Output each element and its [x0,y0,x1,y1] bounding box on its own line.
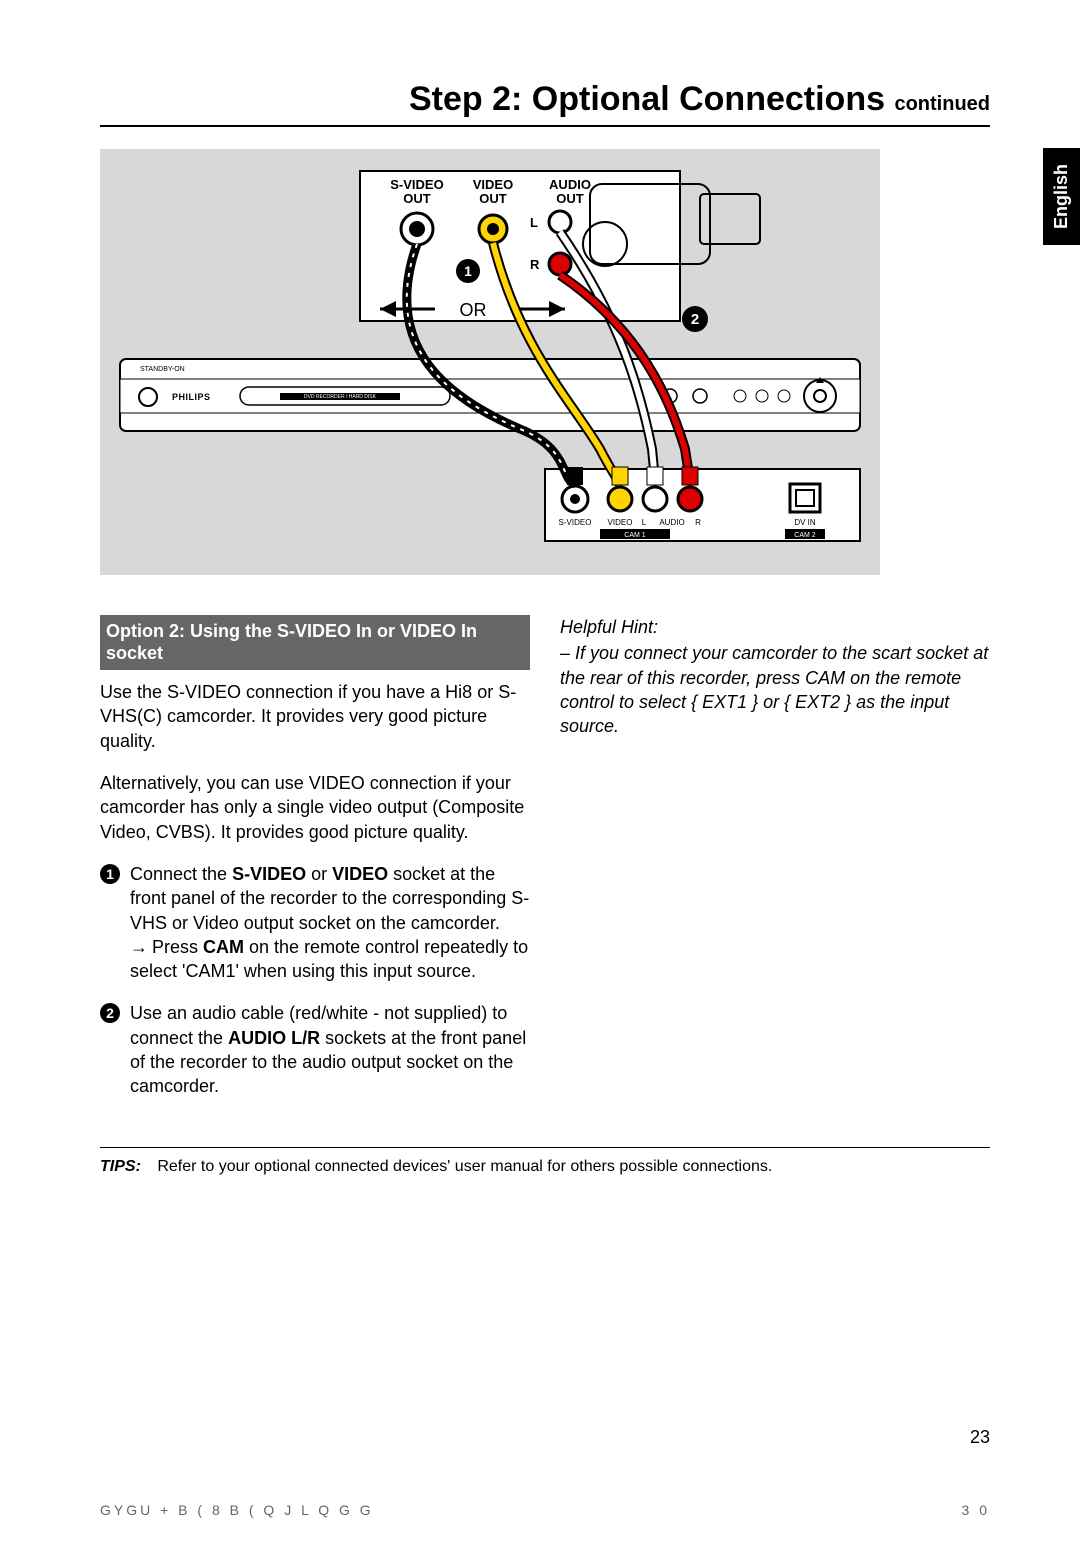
left-column: Option 2: Using the S-VIDEO In or VIDEO … [100,615,530,1117]
panel-cam2: CAM 2 [794,532,816,539]
tips-text: Refer to your optional connected devices… [157,1158,772,1175]
hint-title: Helpful Hint: [560,615,990,639]
diagram-badge-1: 1 [464,263,472,279]
footer: GYGU + B ( 8 B ( Q J L Q G G 3 0 [100,1502,990,1518]
panel-audio: AUDIO [659,518,684,527]
page-title-row: Step 2: Optional Connections continued [100,80,990,127]
page-title-main: Step 2: Optional Connections [409,80,894,118]
footer-right: 3 0 [962,1502,990,1518]
label-audio: AUDIO [549,177,591,192]
label-svideo: S-VIDEO [390,177,443,192]
label-device: DVD RECORDER / HARD DISK [304,394,377,400]
panel-l: L [642,518,647,527]
label-out2: OUT [479,191,507,206]
option-2-p2: Alternatively, you can use VIDEO connect… [100,771,530,844]
tips-label: TIPS: [100,1158,141,1175]
label-standby: STANDBY-ON [140,366,185,373]
panel-cam1: CAM 1 [624,532,646,539]
option-2-steps: 1 Connect the S-VIDEO or VIDEO socket at… [100,862,530,1099]
step-2-badge: 2 [100,1003,120,1023]
page-title-continued: continued [894,93,990,115]
footer-left: GYGU + B ( 8 B ( Q J L Q G G [100,1502,374,1518]
content-columns: Option 2: Using the S-VIDEO In or VIDEO … [100,615,990,1117]
panel-r: R [695,518,701,527]
label-l: L [530,215,538,230]
panel-video: VIDEO [608,518,633,527]
panel-svideo: S-VIDEO [559,518,592,527]
label-out3: OUT [556,191,584,206]
tips-row: TIPS: Refer to your optional connected d… [100,1147,990,1176]
label-r: R [530,257,540,272]
step-1-badge: 1 [100,864,120,884]
label-video: VIDEO [473,177,513,192]
label-or: OR [460,300,487,320]
step-1-sub: →Press CAM on the remote control repeate… [130,937,528,981]
label-brand: PHILIPS [172,392,211,402]
step-2-text: Use an audio cable (red/white - not supp… [130,1003,526,1096]
label-out1: OUT [403,191,431,206]
language-tab: English [1043,148,1080,245]
option-2-p1: Use the S-VIDEO connection if you have a… [100,680,530,753]
step-1-text: Connect the S-VIDEO or VIDEO socket at t… [130,864,529,933]
connection-diagram: S-VIDEO OUT VIDEO OUT AUDIO OUT L R 1 OR [100,149,880,575]
page-number: 23 [970,1427,990,1448]
right-column: Helpful Hint: – If you connect your camc… [560,615,990,1117]
option-2-header: Option 2: Using the S-VIDEO In or VIDEO … [100,615,530,670]
hint-body: – If you connect your camcorder to the s… [560,641,990,738]
step-1: 1 Connect the S-VIDEO or VIDEO socket at… [130,862,530,983]
panel-dvin: DV IN [794,518,816,527]
diagram-badge-2: 2 [691,311,699,328]
arrow-icon: → [130,935,148,959]
step-2: 2 Use an audio cable (red/white - not su… [130,1001,530,1098]
